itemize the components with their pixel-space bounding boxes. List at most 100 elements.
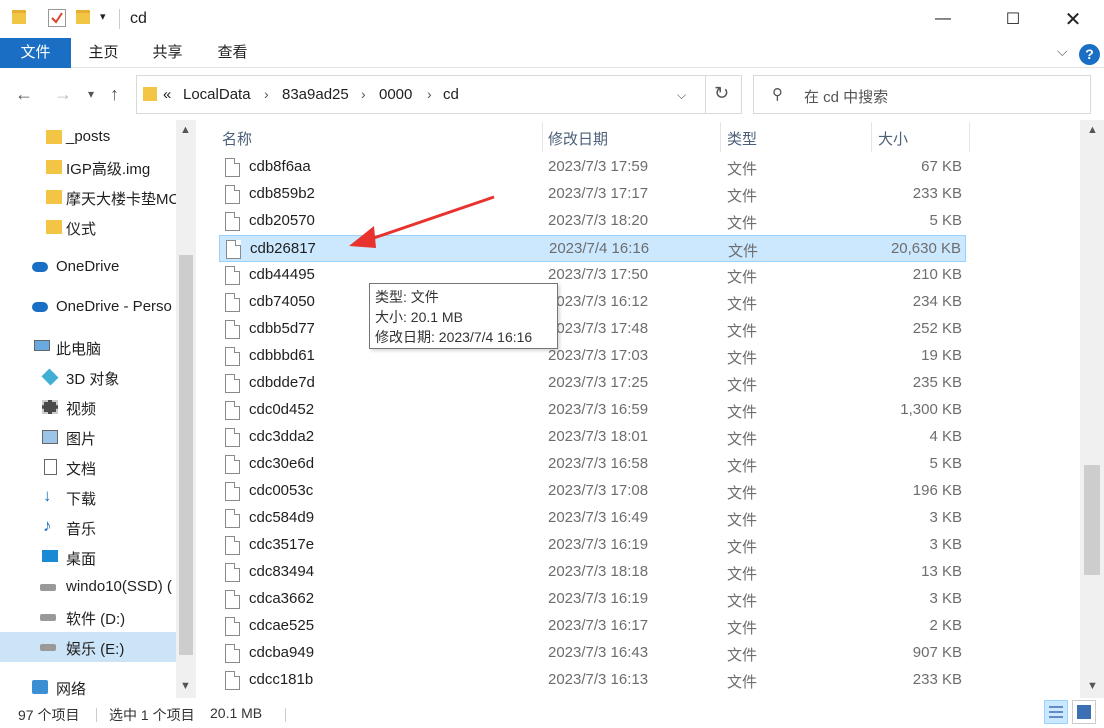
nav-item-drive-e[interactable]: 娱乐 (E:) bbox=[0, 632, 176, 662]
address-dropdown-icon[interactable]: ⌵ bbox=[677, 88, 686, 103]
help-icon[interactable]: ? bbox=[1079, 44, 1100, 65]
tooltip-type: 类型: 文件 bbox=[375, 289, 439, 305]
nav-item-drive-c[interactable]: windo10(SSD) ( bbox=[0, 572, 176, 602]
file-tooltip: 类型: 文件 大小: 20.1 MB 修改日期: 2023/7/4 16:16 bbox=[369, 283, 558, 349]
forward-icon[interactable]: → bbox=[54, 84, 72, 105]
search-box[interactable]: ⚲ 在 cd 中搜索 bbox=[753, 75, 1091, 114]
properties-icon[interactable] bbox=[48, 9, 66, 27]
nav-item-ceremony[interactable]: 仪式 bbox=[0, 212, 176, 242]
nav-item-label: 娱乐 (E:) bbox=[66, 641, 125, 658]
drive-icon bbox=[40, 584, 56, 591]
nav-item-pictures[interactable]: 图片 bbox=[0, 422, 176, 452]
minimize-icon[interactable]: — bbox=[920, 0, 966, 38]
expand-ribbon-icon[interactable]: ⌵ bbox=[1057, 43, 1068, 60]
tab-view[interactable]: 查看 bbox=[205, 38, 260, 68]
title-bar: ▾ cd — ☐ ✕ bbox=[0, 0, 1104, 38]
tab-home[interactable]: 主页 bbox=[76, 38, 131, 68]
folder-icon bbox=[46, 220, 62, 234]
nav-scroll-thumb[interactable] bbox=[179, 255, 193, 655]
file-list-scrollbar[interactable]: ▲ ▼ bbox=[1080, 120, 1104, 698]
chevron-right-icon[interactable]: › bbox=[361, 86, 366, 102]
computer-icon bbox=[34, 340, 50, 351]
status-bar: 97 个项目 选中 1 个项目 20.1 MB bbox=[0, 700, 1104, 728]
nav-item-network[interactable]: 网络 bbox=[0, 672, 176, 698]
download-icon: ↓ bbox=[43, 486, 52, 505]
nav-item-this-pc[interactable]: 此电脑 bbox=[0, 332, 176, 362]
chevron-right-icon[interactable]: › bbox=[264, 86, 269, 102]
nav-item-label: 软件 (D:) bbox=[66, 611, 126, 628]
breadcrumb-localdata[interactable]: LocalData bbox=[183, 86, 251, 103]
large-icons-view-icon[interactable] bbox=[1072, 700, 1096, 724]
up-icon[interactable]: ↑ bbox=[110, 84, 119, 105]
nav-item-label: _posts bbox=[66, 128, 111, 145]
nav-item-desktop[interactable]: 桌面 bbox=[0, 542, 176, 572]
nav-item-drive-d[interactable]: 软件 (D:) bbox=[0, 602, 176, 632]
cloud-icon bbox=[32, 262, 48, 272]
network-icon bbox=[32, 680, 48, 694]
window-title: cd bbox=[130, 10, 147, 27]
nav-item-label: 网络 bbox=[56, 681, 87, 698]
nav-item-label: 音乐 bbox=[66, 521, 97, 538]
tab-file[interactable]: 文件 bbox=[0, 38, 71, 68]
search-input[interactable]: 在 cd 中搜索 bbox=[804, 86, 888, 107]
title-separator bbox=[119, 9, 120, 29]
nav-item-videos[interactable]: 视频 bbox=[0, 392, 176, 422]
maximize-icon[interactable]: ☐ bbox=[990, 0, 1036, 38]
nav-item-downloads[interactable]: ↓ 下载 bbox=[0, 482, 176, 512]
nav-item-label: 下载 bbox=[66, 491, 97, 508]
folder-icon bbox=[12, 10, 26, 24]
desktop-icon bbox=[42, 550, 58, 562]
nav-item-documents[interactable]: 文档 bbox=[0, 452, 176, 482]
scroll-up-icon[interactable]: ▲ bbox=[180, 124, 191, 136]
nav-item-label: 此电脑 bbox=[56, 341, 102, 358]
close-icon[interactable]: ✕ bbox=[1050, 0, 1096, 38]
nav-item-3d-objects[interactable]: 3D 对象 bbox=[0, 362, 176, 392]
picture-icon bbox=[42, 430, 58, 444]
nav-item-onedrive[interactable]: OneDrive bbox=[0, 252, 176, 282]
file-list: ^ 名称 修改日期 类型 大小 cdb8f6aa 2023/7/3 17:59 文件… bbox=[196, 120, 1080, 698]
folder-icon bbox=[46, 130, 62, 144]
nav-item-skyscraper[interactable]: 摩天大楼卡垫MC bbox=[0, 182, 176, 212]
navigation-pane: _posts IGP高级.img 摩天大楼卡垫MC 仪式 OneDrive On… bbox=[0, 120, 176, 698]
scroll-up-icon[interactable]: ▲ bbox=[1087, 124, 1098, 136]
refresh-icon[interactable]: ↻ bbox=[714, 83, 729, 104]
document-icon bbox=[44, 459, 57, 475]
nav-item-label: 文档 bbox=[66, 461, 97, 478]
address-bar[interactable]: « LocalData › 83a9ad25 › 0000 › cd ⌵ ↻ bbox=[136, 75, 742, 114]
nav-item-onedrive-personal[interactable]: OneDrive - Perso bbox=[0, 292, 176, 322]
chevron-right-icon[interactable]: › bbox=[427, 86, 432, 102]
nav-item-posts[interactable]: _posts bbox=[0, 122, 176, 152]
recent-locations-icon[interactable]: ▾ bbox=[88, 87, 94, 101]
nav-item-label: OneDrive - Perso bbox=[56, 298, 172, 315]
back-icon[interactable]: ← bbox=[15, 84, 33, 105]
tab-share[interactable]: 共享 bbox=[140, 38, 195, 68]
scroll-down-icon[interactable]: ▼ bbox=[180, 680, 191, 692]
nav-item-label: 3D 对象 bbox=[66, 371, 120, 388]
item-count: 97 个项目 bbox=[18, 707, 80, 723]
drive-icon bbox=[40, 644, 56, 651]
nav-item-music[interactable]: ♪ 音乐 bbox=[0, 512, 176, 542]
breadcrumb-0000[interactable]: 0000 bbox=[379, 86, 412, 103]
folder-icon bbox=[143, 87, 157, 101]
drive-icon bbox=[40, 614, 56, 621]
customize-quick-access-icon[interactable]: ▾ bbox=[100, 10, 106, 23]
nav-scrollbar[interactable]: ▲ ▼ bbox=[176, 120, 196, 698]
file-list-scroll-thumb[interactable] bbox=[1084, 465, 1100, 575]
cloud-icon bbox=[32, 302, 48, 312]
scroll-down-icon[interactable]: ▼ bbox=[1087, 680, 1098, 692]
selection-count: 选中 1 个项目 bbox=[109, 707, 195, 723]
breadcrumb-83a9ad25[interactable]: 83a9ad25 bbox=[282, 86, 349, 103]
nav-item-label: OneDrive bbox=[56, 258, 120, 275]
music-icon: ♪ bbox=[43, 516, 52, 535]
folder-icon bbox=[46, 160, 62, 174]
nav-item-label: 桌面 bbox=[66, 551, 97, 568]
nav-item-igp[interactable]: IGP高级.img bbox=[0, 152, 176, 182]
nav-item-label: 仪式 bbox=[66, 221, 97, 238]
video-icon bbox=[42, 400, 58, 414]
breadcrumb-cd[interactable]: cd bbox=[443, 86, 459, 103]
new-folder-icon[interactable] bbox=[76, 10, 90, 24]
ribbon-tabs: 文件 主页 共享 查看 ⌵ bbox=[0, 38, 1104, 68]
details-view-icon[interactable] bbox=[1044, 700, 1068, 724]
status-separator bbox=[96, 708, 97, 722]
address-overflow[interactable]: « bbox=[163, 86, 171, 103]
